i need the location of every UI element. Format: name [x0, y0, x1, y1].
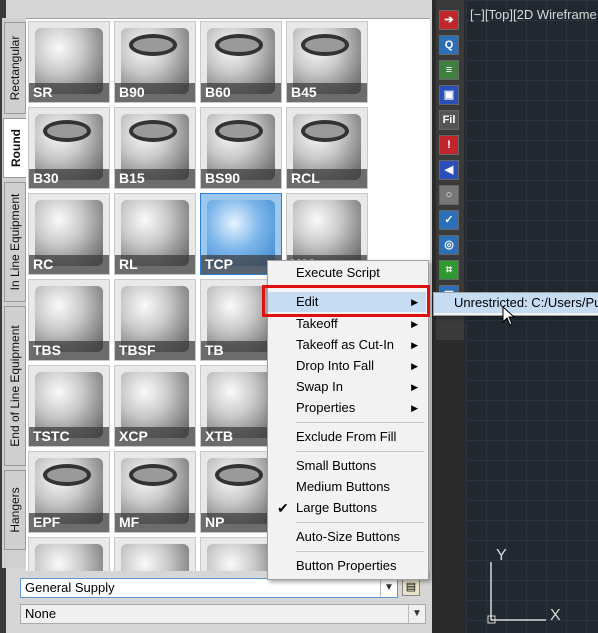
fitting-button[interactable]: B30: [28, 107, 110, 189]
fitting-label: B30: [29, 169, 109, 188]
ucs-y-label: Y: [496, 548, 507, 564]
fitting-label: RL: [115, 255, 195, 274]
fitting-button[interactable]: EPF: [28, 451, 110, 533]
fitting-button[interactable]: SR: [28, 21, 110, 103]
service-combo[interactable]: General Supply ▼: [20, 578, 398, 598]
menu-separator: [296, 551, 424, 552]
fitting-label: RCL: [287, 169, 367, 188]
fitting-button[interactable]: B60: [200, 21, 282, 103]
mouse-cursor-icon: [502, 306, 516, 326]
fitting-label: MF: [115, 513, 195, 532]
fitting-button[interactable]: RL: [114, 193, 196, 275]
ucs-icon: Y X: [487, 548, 561, 624]
tab-in-line-equipment[interactable]: In Line Equipment: [4, 182, 26, 302]
menu-takeoff[interactable]: Takeoff ▶: [268, 314, 426, 334]
target-icon[interactable]: ◎: [439, 235, 459, 255]
submenu-arrow-icon: ▶: [411, 403, 418, 413]
fitting-label: EPF: [29, 513, 109, 532]
fitting-button[interactable]: RCL: [286, 107, 368, 189]
fitting-button[interactable]: RC: [28, 193, 110, 275]
drawing-viewport[interactable]: [−][Top][2D Wireframe Y X: [466, 0, 598, 633]
fitting-label: B15: [115, 169, 195, 188]
fitting-label: RC: [29, 255, 109, 274]
service-combo-value: General Supply: [25, 580, 115, 595]
back-icon[interactable]: ◀: [439, 160, 459, 180]
fitting-button[interactable]: [114, 537, 196, 571]
fitting-button[interactable]: BS90: [200, 107, 282, 189]
checkmark-icon: ✔: [277, 500, 289, 516]
edit-highlight-outline: [262, 285, 430, 317]
menu-takeoff-cut-in[interactable]: Takeoff as Cut-In ▶: [268, 335, 426, 355]
fitting-button[interactable]: TBS: [28, 279, 110, 361]
chevron-down-icon[interactable]: ▼: [380, 579, 397, 597]
fitting-button[interactable]: MF: [114, 451, 196, 533]
fitting-label: TSTC: [29, 427, 109, 446]
tab-hangers[interactable]: Hangers: [4, 470, 26, 550]
fitting-label: B45: [287, 83, 367, 102]
submenu-arrow-icon: ▶: [411, 361, 418, 371]
arrow-right-icon[interactable]: ➔: [439, 10, 459, 30]
fitting-button[interactable]: [28, 537, 110, 571]
tab-rectangular[interactable]: Rectangular: [4, 22, 26, 114]
secondary-combo-value: None: [25, 606, 57, 621]
menu-properties[interactable]: Properties ▶: [268, 398, 426, 418]
viewport-controls-label[interactable]: [−][Top][2D Wireframe: [470, 7, 597, 22]
submenu-arrow-icon: ▶: [411, 319, 418, 329]
fitting-label: B90: [115, 83, 195, 102]
menu-small-buttons[interactable]: Small Buttons: [268, 456, 426, 476]
fitting-button[interactable]: B45: [286, 21, 368, 103]
fitting-label: TBS: [29, 341, 109, 360]
fitting-label: SR: [29, 83, 109, 102]
vertical-toolbar: ➔Q≡▣Fil!◀○✓◎⌗▦: [436, 0, 464, 340]
fitting-button[interactable]: XCP: [114, 365, 196, 447]
menu-auto-size-buttons[interactable]: Auto-Size Buttons: [268, 527, 426, 547]
fitting-button[interactable]: B15: [114, 107, 196, 189]
fitting-button[interactable]: B90: [114, 21, 196, 103]
menu-separator: [296, 422, 424, 423]
menu-separator: [296, 522, 424, 523]
service-properties-icon[interactable]: ▤: [402, 578, 420, 596]
check-icon[interactable]: ✓: [439, 210, 459, 230]
fitting-image-icon: [121, 544, 189, 571]
fitting-button[interactable]: TSTC: [28, 365, 110, 447]
menu-swap-in[interactable]: Swap In ▶: [268, 377, 426, 397]
tab-round[interactable]: Round: [3, 118, 27, 178]
menu-drop-into-fall[interactable]: Drop Into Fall ▶: [268, 356, 426, 376]
file-list-icon[interactable]: Fil: [439, 110, 459, 130]
fitting-image-icon: [35, 544, 103, 571]
menu-execute-script[interactable]: Execute Script: [268, 263, 426, 283]
fitting-label: BS90: [201, 169, 281, 188]
fitting-button[interactable]: TBSF: [114, 279, 196, 361]
search-icon[interactable]: Q: [439, 35, 459, 55]
green-chart-icon[interactable]: ⌗: [439, 260, 459, 280]
menu-large-buttons[interactable]: ✔ Large Buttons: [268, 498, 426, 518]
menu-unrestricted[interactable]: Unrestricted: C:/Users/Pu: [434, 293, 598, 313]
info-icon[interactable]: !: [439, 135, 459, 155]
chevron-down-icon[interactable]: ▼: [408, 605, 425, 623]
database-icon[interactable]: ▣: [439, 85, 459, 105]
secondary-combo[interactable]: None ▼: [20, 604, 426, 624]
fitting-image-icon: [207, 544, 275, 571]
layers-icon[interactable]: ≡: [439, 60, 459, 80]
magnify-icon[interactable]: ○: [439, 185, 459, 205]
palette-tabs: Rectangular Round In Line Equipment End …: [2, 18, 27, 568]
submenu-arrow-icon: ▶: [411, 340, 418, 350]
palette-footer: General Supply ▼ ▤ None ▼: [14, 574, 430, 633]
menu-medium-buttons[interactable]: Medium Buttons: [268, 477, 426, 497]
fitting-label: B60: [201, 83, 281, 102]
ucs-x-label: X: [550, 607, 561, 624]
submenu-arrow-icon: ▶: [411, 382, 418, 392]
menu-separator: [296, 451, 424, 452]
menu-exclude-from-fill[interactable]: Exclude From Fill: [268, 427, 426, 447]
menu-button-properties[interactable]: Button Properties: [268, 556, 426, 576]
fitting-label: TBSF: [115, 341, 195, 360]
tab-end-of-line-equipment[interactable]: End of Line Equipment: [4, 306, 26, 466]
fitting-label: XCP: [115, 427, 195, 446]
